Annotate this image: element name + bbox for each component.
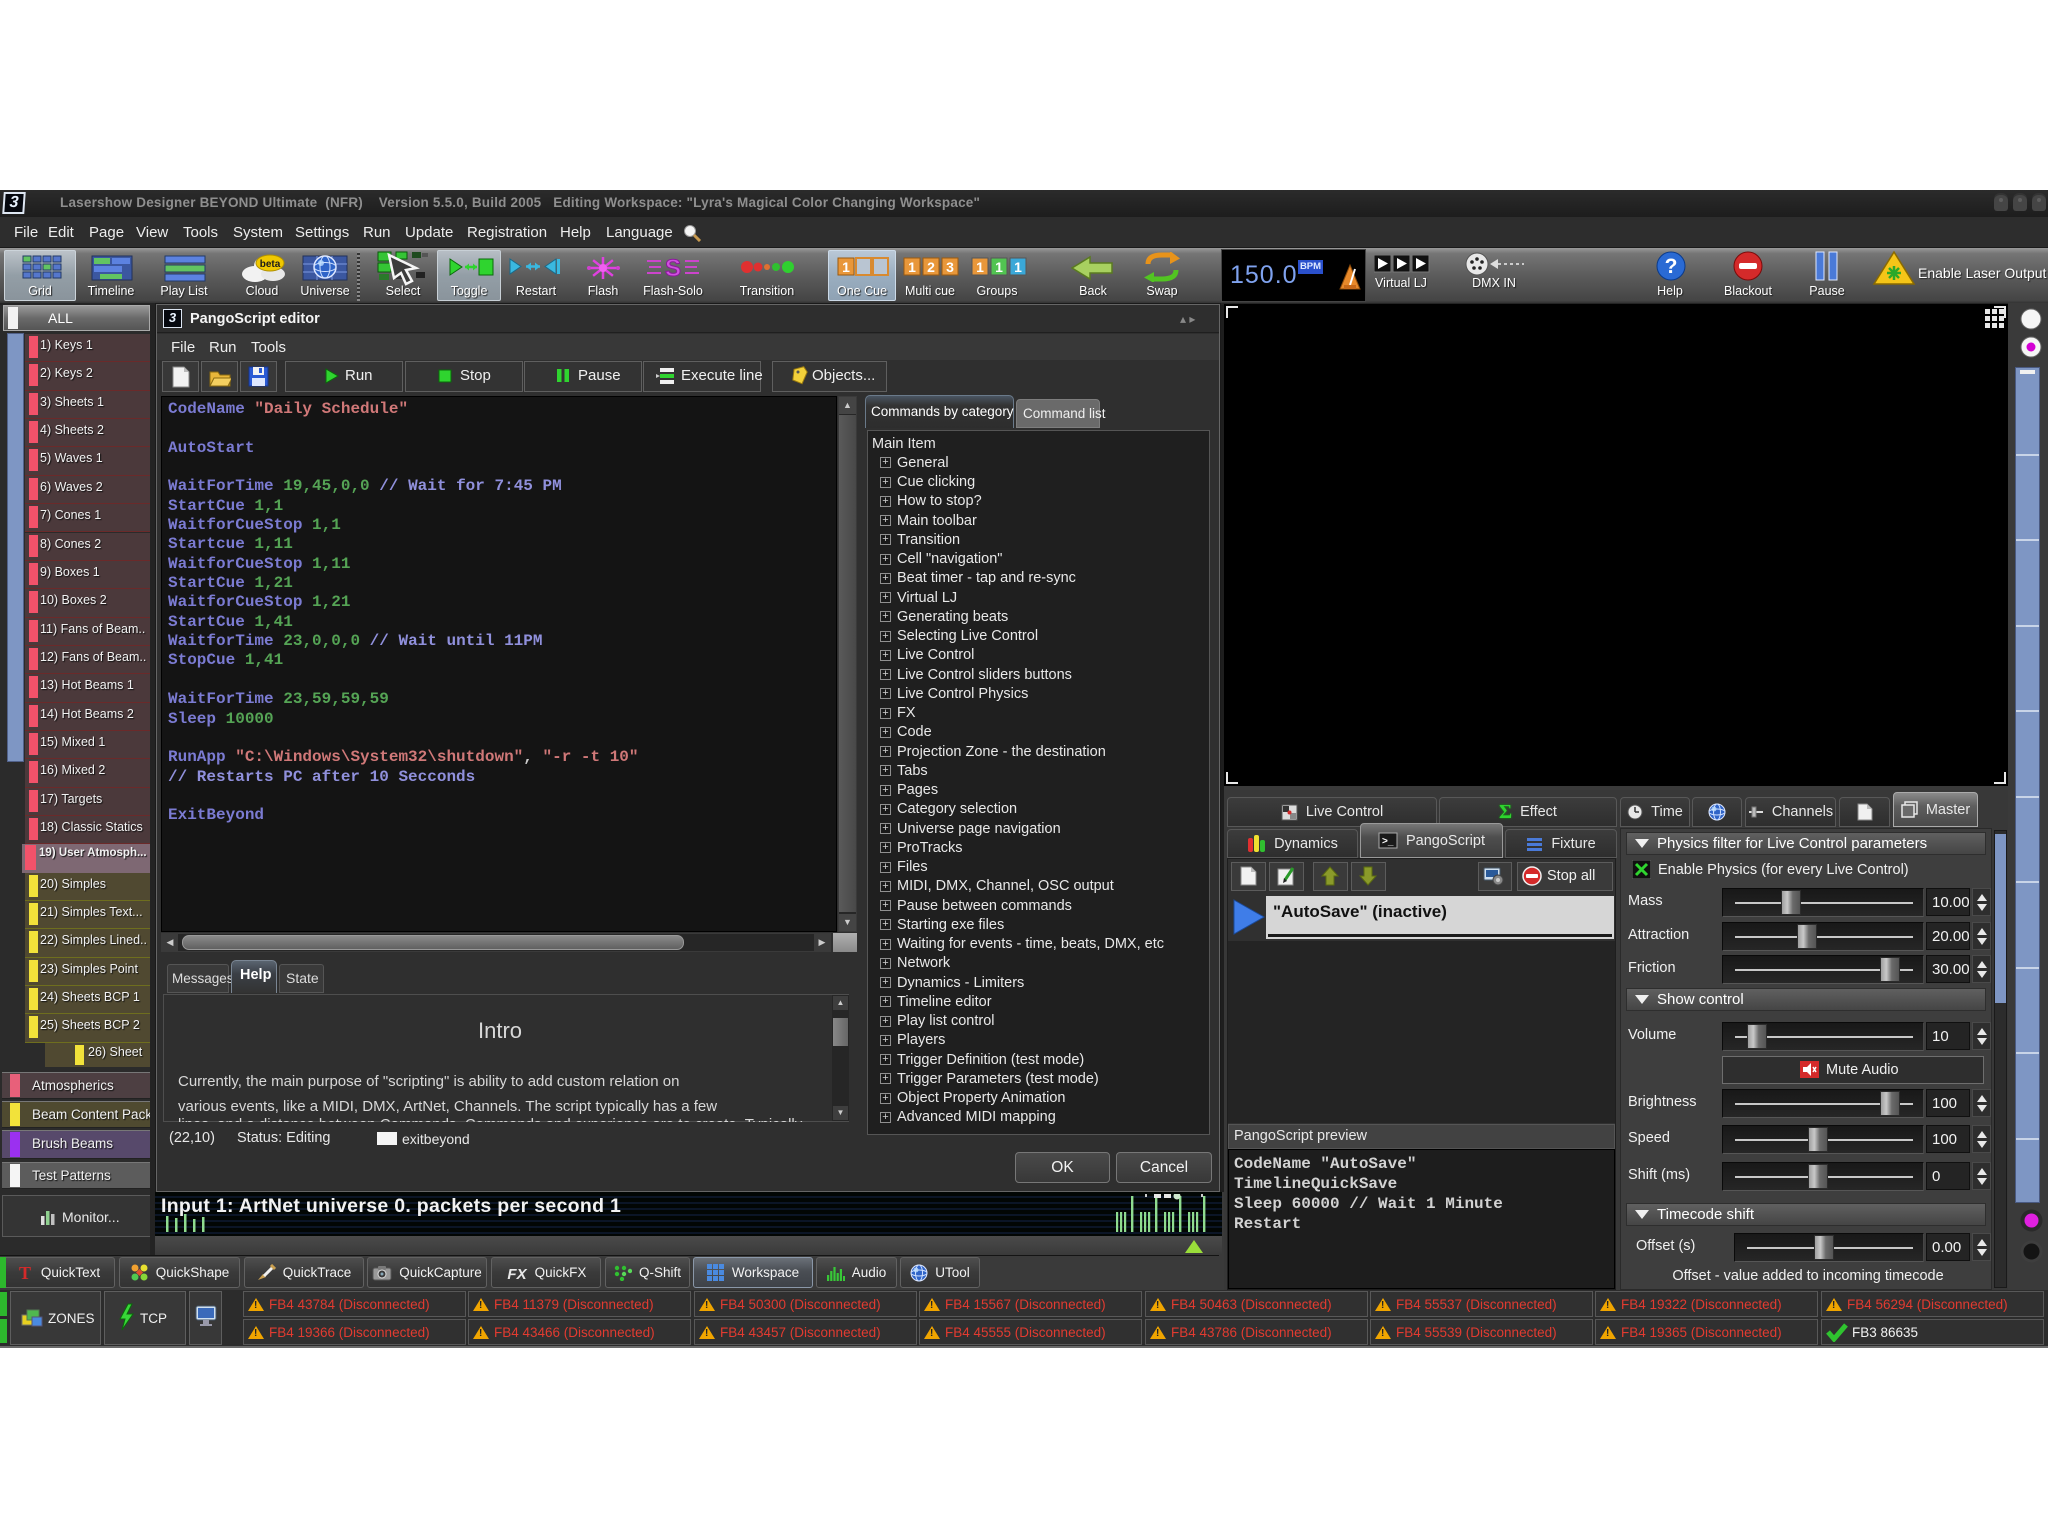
- svg-text:T: T: [19, 1264, 31, 1281]
- svg-text:1: 1: [1014, 259, 1022, 275]
- svg-text:S: S: [665, 256, 681, 280]
- svg-text:>_: >_: [1382, 836, 1394, 847]
- svg-text:beta: beta: [260, 259, 281, 270]
- svg-text:1: 1: [995, 259, 1003, 275]
- svg-text:1: 1: [908, 259, 916, 275]
- svg-text:3: 3: [946, 259, 954, 275]
- svg-text:1: 1: [842, 259, 850, 275]
- svg-text:?: ?: [1665, 255, 1678, 278]
- svg-text:2: 2: [927, 259, 935, 275]
- svg-text:FX: FX: [507, 1266, 527, 1281]
- svg-text:1: 1: [976, 259, 984, 275]
